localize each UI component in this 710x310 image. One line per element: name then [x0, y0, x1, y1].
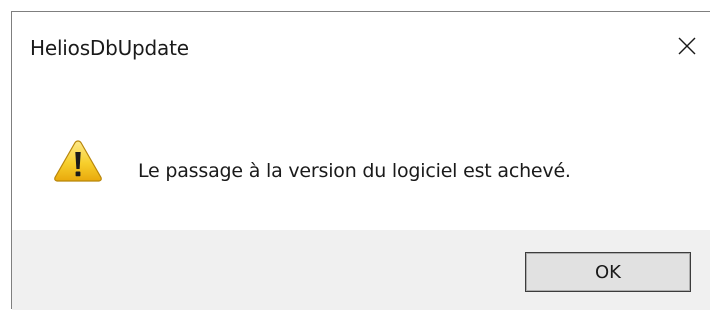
button-bar: OK [12, 230, 710, 310]
message-dialog: HeliosDbUpdate Le passage à la version d… [11, 11, 710, 310]
ok-button[interactable]: OK [525, 252, 691, 292]
close-icon [678, 37, 696, 55]
dialog-content: Le passage à la version du logiciel est … [12, 80, 710, 230]
message-text: Le passage à la version du logiciel est … [138, 160, 571, 182]
warning-icon [54, 140, 102, 182]
close-button[interactable] [664, 23, 710, 69]
title-bar: HeliosDbUpdate [12, 12, 710, 80]
window-title: HeliosDbUpdate [30, 36, 189, 60]
